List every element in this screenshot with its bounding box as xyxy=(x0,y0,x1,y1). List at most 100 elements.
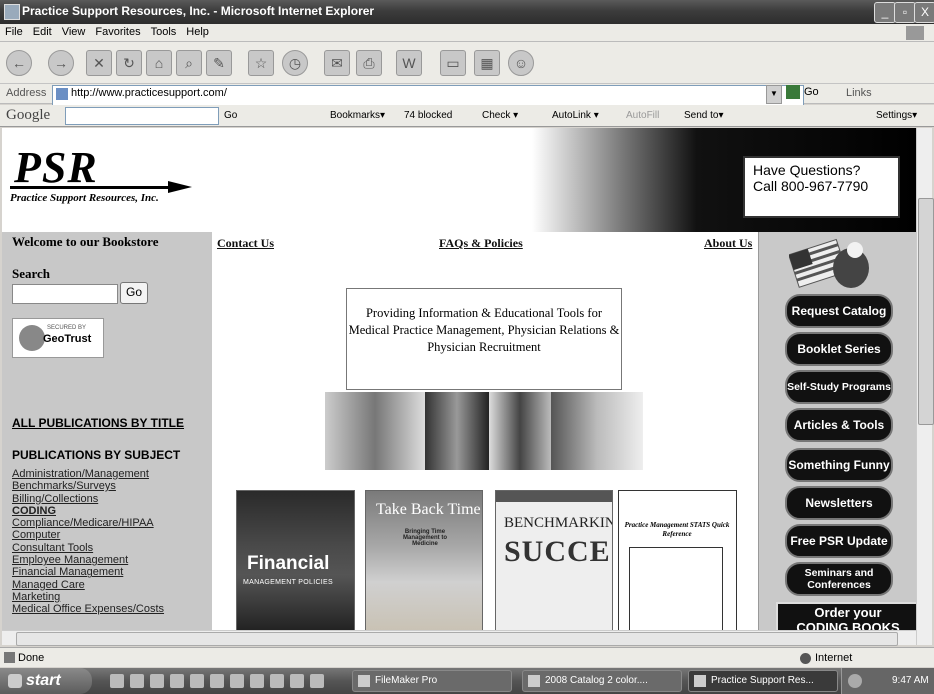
menu-file[interactable]: File xyxy=(0,24,28,40)
discuss-icon[interactable]: ▭ xyxy=(440,50,466,76)
home-icon[interactable]: ⌂ xyxy=(146,50,172,76)
booklet-series-button[interactable]: Booklet Series xyxy=(785,332,893,366)
logo-arrow-icon xyxy=(168,181,192,193)
book-take-back-time[interactable]: Take Back Time Bringing Time Management … xyxy=(365,490,483,630)
google-logo: Google xyxy=(6,107,51,123)
menu-view[interactable]: View xyxy=(57,24,91,40)
address-input[interactable]: http://www.practicesupport.com/ xyxy=(52,85,804,106)
minimize-button[interactable]: _ xyxy=(874,2,896,23)
articles-tools-button[interactable]: Articles & Tools xyxy=(785,408,893,442)
search-go-button[interactable]: Go xyxy=(120,282,148,304)
google-search-input[interactable] xyxy=(65,107,219,125)
subject-link[interactable]: Marketing xyxy=(12,591,164,603)
address-dropdown-icon[interactable]: ▼ xyxy=(766,85,782,104)
refresh-icon[interactable]: ↻ xyxy=(116,50,142,76)
word-icon[interactable]: W xyxy=(396,50,422,76)
subject-link[interactable]: Employee Management xyxy=(12,554,164,566)
go-arrow-icon xyxy=(786,85,800,99)
quicklaunch-icon[interactable] xyxy=(230,674,244,688)
favorites-star-icon[interactable]: ☆ xyxy=(248,50,274,76)
book-financial-policies[interactable]: Financial MANAGEMENT POLICIES xyxy=(236,490,355,630)
forward-icon[interactable]: → xyxy=(48,50,74,76)
quicklaunch-icon[interactable] xyxy=(310,674,324,688)
mail-icon[interactable]: ✉ xyxy=(324,50,350,76)
go-button[interactable]: Go xyxy=(786,85,819,99)
contact-us-link[interactable]: Contact Us xyxy=(217,236,274,251)
free-psr-update-button[interactable]: Free PSR Update xyxy=(785,524,893,558)
taskbar-catalog[interactable]: 2008 Catalog 2 color.... xyxy=(522,670,682,692)
something-funny-button[interactable]: Something Funny xyxy=(785,448,893,482)
book-practice-management-stats[interactable]: Practice Management STATS Quick Referenc… xyxy=(618,490,737,630)
subject-link[interactable]: Consultant Tools xyxy=(12,542,164,554)
maximize-button[interactable]: ▫ xyxy=(894,2,916,23)
bookmarks-button[interactable]: Bookmarks▾ xyxy=(330,110,385,121)
newsletters-button[interactable]: Newsletters xyxy=(785,486,893,520)
search-icon[interactable]: ⌕ xyxy=(176,50,202,76)
toolbar: ← → ✕ ↻ ⌂ ⌕ ✎ ☆ ◷ ✉ ⎙ W ▭ ▦ ☺ xyxy=(0,42,934,84)
seminars-conferences-button[interactable]: Seminars and Conferences xyxy=(785,562,893,596)
ie-icon xyxy=(4,4,20,20)
quicklaunch-icon[interactable] xyxy=(210,674,224,688)
page-viewport: PSR Practice Support Resources, Inc. Hav… xyxy=(2,128,916,630)
quicklaunch-icon[interactable] xyxy=(110,674,124,688)
quicklaunch-icon[interactable] xyxy=(270,674,284,688)
menu-tools[interactable]: Tools xyxy=(146,24,182,40)
flag-eagle-icon xyxy=(789,238,869,288)
links-button[interactable]: Links xyxy=(846,87,872,99)
send-to-button[interactable]: Send to▾ xyxy=(684,110,724,121)
all-publications-link[interactable]: ALL PUBLICATIONS BY TITLE xyxy=(12,416,184,430)
vertical-scroll-thumb[interactable] xyxy=(918,198,934,425)
title-bar: Practice Support Resources, Inc. - Micro… xyxy=(0,0,934,24)
menu-favorites[interactable]: Favorites xyxy=(90,24,145,40)
subject-link[interactable]: Compliance/Medicare/HIPAA xyxy=(12,517,164,529)
autofill-button[interactable]: AutoFill xyxy=(626,110,659,121)
settings-button[interactable]: Settings▾ xyxy=(876,110,917,121)
popup-blocked-count[interactable]: 74 blocked xyxy=(404,110,452,121)
subject-link[interactable]: Billing/Collections xyxy=(12,493,164,505)
book-benchmarking-success[interactable]: BENCHMARKING SUCCESS xyxy=(495,490,613,630)
quicklaunch-icon[interactable] xyxy=(290,674,304,688)
subject-link[interactable]: CODING xyxy=(12,505,164,517)
photo-physician xyxy=(425,392,489,470)
quicklaunch-icon[interactable] xyxy=(170,674,184,688)
horizontal-scrollbar[interactable] xyxy=(2,630,916,646)
faqs-policies-link[interactable]: FAQs & Policies xyxy=(439,236,523,251)
subject-link[interactable]: Computer xyxy=(12,529,164,541)
quicklaunch-icon[interactable] xyxy=(190,674,204,688)
print-icon[interactable]: ⎙ xyxy=(356,50,382,76)
vertical-scrollbar[interactable] xyxy=(916,128,934,645)
about-us-link[interactable]: About Us xyxy=(704,236,752,251)
geotrust-badge[interactable]: SECURED BY GeoTrust xyxy=(12,318,104,358)
request-catalog-button[interactable]: Request Catalog xyxy=(785,294,893,328)
google-go-button[interactable]: Go xyxy=(224,110,237,121)
subject-link[interactable]: Managed Care xyxy=(12,579,164,591)
autolink-button[interactable]: AutoLink ▾ xyxy=(552,110,599,121)
back-icon[interactable]: ← xyxy=(6,50,32,76)
stop-icon[interactable]: ✕ xyxy=(86,50,112,76)
question-phone: Call 800-967-7790 xyxy=(753,178,869,194)
research-icon[interactable]: ▦ xyxy=(474,50,500,76)
close-button[interactable]: X xyxy=(914,2,934,23)
quicklaunch-icon[interactable] xyxy=(130,674,144,688)
quicklaunch-icon[interactable] xyxy=(250,674,264,688)
subject-link[interactable]: Administration/Management xyxy=(12,468,164,480)
edit-icon[interactable]: ✎ xyxy=(206,50,232,76)
volume-icon[interactable] xyxy=(848,674,862,688)
taskbar-filemaker[interactable]: FileMaker Pro xyxy=(352,670,512,692)
order-coding-books-banner[interactable]: Order your CODING BOOKS xyxy=(776,602,916,630)
subject-link[interactable]: Benchmarks/Surveys xyxy=(12,480,164,492)
horizontal-scroll-thumb[interactable] xyxy=(16,632,898,646)
quicklaunch-icon[interactable] xyxy=(150,674,164,688)
menu-edit[interactable]: Edit xyxy=(28,24,57,40)
subject-link[interactable]: Financial Management xyxy=(12,566,164,578)
taskbar-practice-support[interactable]: Practice Support Res... xyxy=(688,670,838,692)
spell-check-button[interactable]: Check ▾ xyxy=(482,110,518,121)
menu-help[interactable]: Help xyxy=(181,24,214,40)
subject-link[interactable]: Medical Office Expenses/Costs xyxy=(12,603,164,615)
messenger-icon[interactable]: ☺ xyxy=(508,50,534,76)
menu-bar: File Edit View Favorites Tools Help xyxy=(0,24,934,42)
history-icon[interactable]: ◷ xyxy=(282,50,308,76)
search-input[interactable] xyxy=(12,284,118,304)
self-study-programs-button[interactable]: Self-Study Programs xyxy=(785,370,893,404)
start-button[interactable]: start xyxy=(0,668,92,694)
